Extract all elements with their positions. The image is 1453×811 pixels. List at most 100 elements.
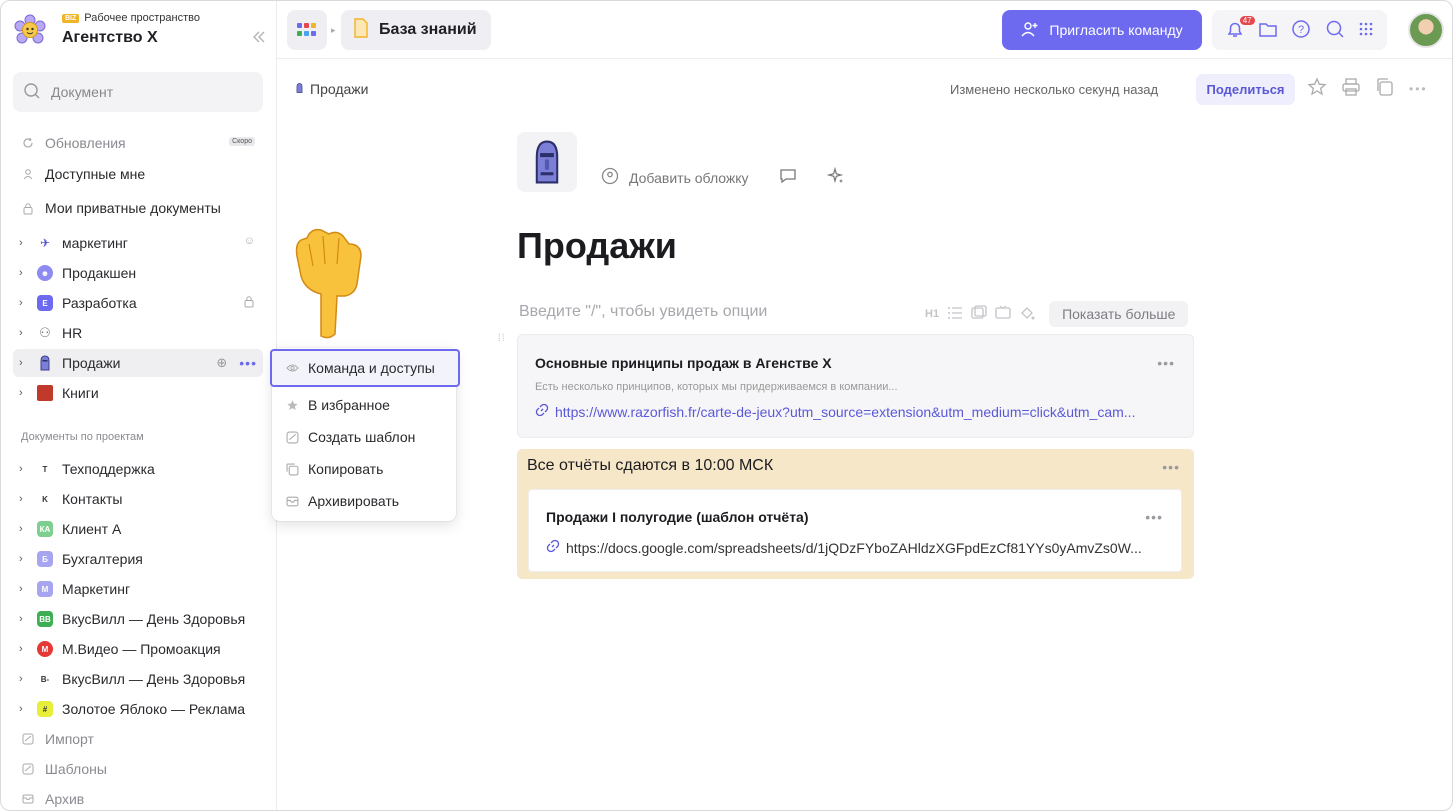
menu-item-create-template[interactable]: Создать шаблон [272,422,456,452]
list-icon[interactable] [947,306,963,323]
sidebar-item-project[interactable]: › # Золотое Яблоко — Реклама [13,695,263,723]
page-title[interactable]: Продажи [517,225,677,267]
sidebar-item-private[interactable]: Мои приватные документы [13,194,263,222]
sidebar-item-label: Шаблоны [45,761,107,777]
collapse-sidebar-icon[interactable] [251,29,267,45]
menu-item-team-access[interactable]: Команда и доступы [270,349,460,387]
card-more-icon[interactable]: ••• [1157,355,1175,371]
callout-block[interactable]: Все отчёты сдаются в 10:00 МСК ••• Прода… [517,449,1194,579]
chevron-right-icon[interactable]: › [19,327,29,339]
sidebar-item-label: Архив [45,791,85,807]
chevron-right-icon[interactable]: › [19,673,29,685]
sidebar-item-project[interactable]: › КА Клиент А [13,515,263,543]
callout-more-icon[interactable]: ••• [1162,459,1180,475]
copy-icon[interactable] [1375,77,1395,100]
sparkle-icon[interactable] [826,166,845,188]
workspace-logo-icon [11,12,49,50]
invite-label: Пригласить команду [1049,22,1183,38]
import-icon [21,732,35,746]
more-icon[interactable]: ••• [1409,82,1428,96]
chevron-right-icon[interactable]: › [19,267,29,279]
bell-icon[interactable]: 47 [1225,15,1255,42]
paint-icon[interactable] [1019,305,1035,324]
chevron-right-icon[interactable]: › [19,493,29,505]
sidebar-item-project[interactable]: › В- ВкусВилл — День Здоровья [13,665,263,693]
search-input[interactable]: Документ [13,72,263,112]
moai-icon [295,81,304,97]
breadcrumb[interactable]: Продажи [295,81,368,97]
chevron-right-icon[interactable]: › [19,387,29,399]
chevron-right-icon[interactable]: › [19,357,29,369]
chevron-right-icon[interactable]: › [19,463,29,475]
sidebar-item-shared[interactable]: Доступные мне [13,160,263,188]
workspace-switcher[interactable]: BIZ Рабочее пространство Агентство X [11,9,265,53]
chevron-right-icon[interactable]: › [19,237,29,249]
project-badge: КА [37,521,53,537]
knowledge-base-label: База знаний [379,21,477,38]
image-block-icon[interactable] [971,304,987,324]
invite-team-button[interactable]: Пригласить команду [1002,10,1202,50]
project-badge: T [42,464,48,474]
sidebar-item-marketing[interactable]: › ✈ маркетинг ☺ [13,229,263,257]
embed-icon[interactable] [995,305,1011,324]
card-link[interactable]: https://docs.google.com/spreadsheets/d/1… [546,539,1142,556]
sidebar-item-sales[interactable]: › Продажи ⊕ ••• [13,349,263,377]
editor-placeholder[interactable]: Введите "/", чтобы увидеть опции [519,303,767,321]
chevron-right-icon[interactable]: › [19,523,29,535]
heading-icon[interactable]: H1 [925,308,939,320]
apps-dots-icon[interactable] [1358,21,1374,40]
apps-grid-icon[interactable] [287,10,327,50]
code-icon: E [37,295,53,311]
link-card[interactable]: Продажи I полугодие (шаблон отчёта) http… [528,489,1182,572]
star-icon [286,399,299,412]
sidebar-item-project[interactable]: › T Техподдержка [13,455,263,483]
sidebar-item-archive[interactable]: Архив [13,785,263,810]
sidebar-item-production[interactable]: › ☻ Продакшен [13,259,263,287]
sidebar-item-books[interactable]: › Книги [13,379,263,407]
show-more-button[interactable]: Показать больше [1049,301,1189,327]
chevron-right-icon[interactable]: › [19,643,29,655]
sidebar-item-project[interactable]: › K Контакты [13,485,263,513]
sidebar-item-import[interactable]: Импорт [13,725,263,753]
comment-icon[interactable] [779,167,797,188]
add-icon[interactable]: ⊕ [216,355,227,371]
card-link[interactable]: https://www.razorfish.fr/carte-de-jeux?u… [535,403,1135,420]
link-card[interactable]: Основные принципы продаж в Агенстве Х Ес… [517,334,1194,438]
menu-item-archive[interactable]: Архивировать [272,486,456,516]
sidebar-item-project[interactable]: › ВВ ВкусВилл — День Здоровья [13,605,263,633]
sidebar-item-project[interactable]: › Б Бухгалтерия [13,545,263,573]
chevron-right-icon[interactable]: › [19,703,29,715]
sidebar-item-label: Клиент А [62,521,122,537]
knowledge-base-button[interactable]: База знаний [341,10,491,50]
sidebar-item-development[interactable]: › E Разработка [13,289,263,317]
copy-icon [286,463,299,476]
sidebar-item-label: Доступные мне [45,166,146,182]
sidebar-item-templates[interactable]: Шаблоны [13,755,263,783]
chevron-right-icon[interactable]: › [19,613,29,625]
sidebar-item-project[interactable]: › М Маркетинг [13,575,263,603]
chevron-right-icon[interactable]: › [19,553,29,565]
help-icon[interactable]: ? [1291,19,1311,42]
sidebar-item-project[interactable]: › М М.Видео — Промоакция [13,635,263,663]
sidebar-item-hr[interactable]: › ⚇ HR [13,319,263,347]
project-badge: ВВ [37,611,53,627]
book-icon [37,385,53,401]
card-more-icon[interactable]: ••• [1145,509,1163,525]
print-icon[interactable] [1341,77,1361,100]
folder-icon[interactable] [1258,20,1278,41]
drag-handle-icon[interactable]: ⁞⁞ [498,334,506,344]
page-emoji-icon[interactable] [517,132,577,192]
chevron-right-icon[interactable]: › [19,297,29,309]
menu-item-favorite[interactable]: В избранное [272,390,456,420]
avatar[interactable] [1408,12,1444,48]
more-icon[interactable]: ••• [239,355,257,371]
star-icon[interactable] [1307,77,1327,100]
search-icon[interactable] [1325,19,1345,42]
card-link-url: https://www.razorfish.fr/carte-de-jeux?u… [555,403,1136,420]
menu-item-copy[interactable]: Копировать [272,454,456,484]
add-cover-button[interactable]: Добавить обложку [629,170,749,186]
menu-item-label: Копировать [308,461,384,477]
sidebar-item-updates[interactable]: Обновления Скоро [13,129,263,157]
chevron-right-icon[interactable]: › [19,583,29,595]
share-button[interactable]: Поделиться [1196,74,1295,105]
